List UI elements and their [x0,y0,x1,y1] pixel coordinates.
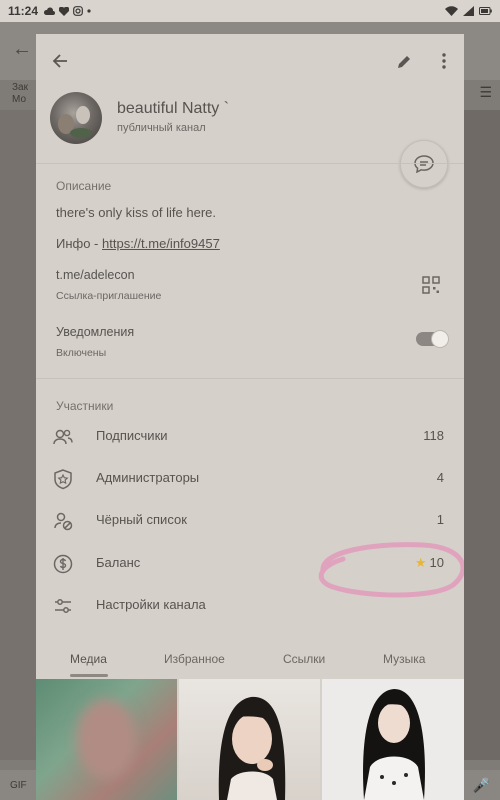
members-row-subscribers[interactable]: Подписчики 118 [36,417,464,455]
info-prefix: Инфо - [56,236,103,251]
row-label: Чёрный список [96,512,187,527]
chat-bubble-icon [414,155,434,173]
gif-icon: GIF [10,779,27,791]
back-button[interactable] [44,45,76,77]
mic-icon: 🎤 [472,776,490,793]
tab-music[interactable]: Музыка [383,652,425,666]
portrait-illustration [363,689,425,800]
row-label: Баланс [96,555,141,570]
members-heading: Участники [56,399,114,413]
info-link[interactable]: https://t.me/info9457 [102,236,220,251]
qr-code-icon [422,276,440,294]
background-back-icon: ← [12,38,32,60]
row-label: Администраторы [96,470,200,485]
channel-name: beautiful Natty ` [117,100,230,117]
edit-button[interactable] [388,45,420,77]
status-time: 11:24 [8,4,39,18]
notifications-state: Включены [56,347,107,359]
media-thumbnail[interactable] [179,679,320,800]
status-system-icons [445,6,492,16]
channel-type: публичный канал [117,122,206,134]
divider [36,378,464,379]
battery-icon [479,7,492,15]
tab-favorites[interactable]: Избранное [164,652,225,666]
signal-icon [463,6,474,16]
wifi-icon [445,6,458,16]
row-count: 4 [436,470,444,485]
row-label: Подписчики [96,428,168,443]
divider [36,163,464,164]
row-count: 1 [436,512,444,527]
arrow-left-icon [52,54,67,68]
invite-label: Ссылка-приглашение [56,290,162,302]
discussion-button[interactable] [400,140,448,188]
users-icon [53,429,73,445]
notifications-label: Уведомления [56,325,135,339]
status-notification-icons [44,6,91,16]
cloud-icon [44,6,56,15]
media-thumbnail[interactable] [36,679,177,800]
pink-circle-annotation [318,542,464,598]
members-row-admins[interactable]: Администраторы 4 [36,459,464,497]
members-row-blacklist[interactable]: Чёрный список 1 [36,501,464,539]
tab-media[interactable]: Медиа [70,652,107,666]
background-left-strip [0,110,36,760]
background-filter-icon: ☰ [479,84,492,100]
tab-links[interactable]: Ссылки [283,652,325,666]
media-tabs: Медиа Избранное Ссылки Музыка [36,644,464,678]
more-vertical-icon [442,53,446,69]
invite-link[interactable]: t.me/adelecon [56,268,135,282]
row-count: 118 [423,428,444,443]
notifications-toggle[interactable] [416,330,449,348]
instagram-icon [73,6,83,16]
background-tag: Зак Мо [12,82,28,105]
status-bar: 11:24 [0,0,500,22]
pencil-icon [397,55,410,68]
row-label: Настройки канала [96,597,206,612]
user-block-icon [54,512,73,531]
shield-star-icon [54,469,72,490]
portrait-illustration [218,696,286,800]
heart-icon [59,6,70,16]
channel-avatar[interactable] [50,92,102,144]
info-line: Инфо - https://t.me/info9457 [56,236,220,251]
more-button[interactable] [428,45,460,77]
active-tab-indicator [70,674,108,677]
dollar-coin-icon [53,554,73,574]
channel-info-panel: beautiful Natty ` публичный канал Описан… [36,34,464,800]
panel-toolbar [36,34,464,86]
toggle-knob [431,330,449,348]
description-text: there's only kiss of life here. [56,205,216,220]
background-right-strip [464,110,500,760]
qr-code-button[interactable] [422,276,442,296]
media-thumbnail[interactable] [322,679,464,800]
sliders-icon [55,599,71,613]
dot-icon [87,9,91,13]
description-heading: Описание [56,179,112,193]
